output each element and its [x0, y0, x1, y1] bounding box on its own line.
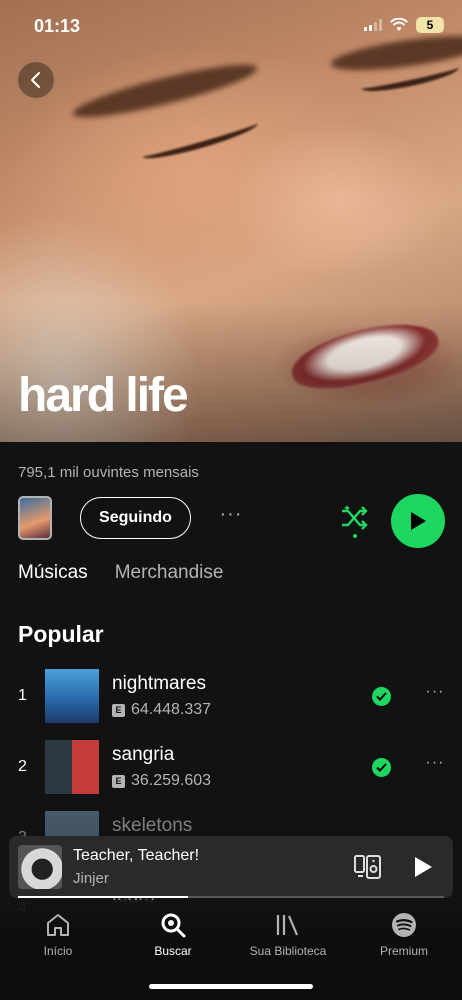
- nav-label: Buscar: [154, 944, 192, 958]
- track-title: sangria: [112, 744, 175, 765]
- spotify-icon: [392, 913, 416, 937]
- cellular-signal-icon: [364, 19, 382, 31]
- saved-check-icon[interactable]: [372, 687, 391, 706]
- battery-indicator: 5: [416, 17, 444, 33]
- more-options-button[interactable]: ···: [216, 504, 246, 530]
- track-row[interactable]: 2 sangria E 36.259.603 ···: [0, 740, 462, 796]
- now-playing-bar[interactable]: Teacher, Teacher! Jinjer: [9, 836, 453, 898]
- artist-name: hard life: [18, 369, 189, 422]
- play-button[interactable]: [391, 494, 445, 548]
- nav-item-inicio[interactable]: Início: [8, 912, 108, 958]
- playback-progress-fill: [18, 896, 189, 898]
- tab-merchandise[interactable]: Merchandise: [115, 562, 224, 584]
- artist-tabs: Músicas Merchandise: [18, 562, 223, 584]
- explicit-badge: E: [112, 703, 125, 717]
- explicit-badge: E: [112, 774, 125, 788]
- now-playing-cover: [18, 845, 62, 889]
- track-more-button[interactable]: ···: [424, 754, 446, 778]
- nav-label: Sua Biblioteca: [249, 944, 327, 958]
- track-cover: [45, 740, 99, 794]
- home-indicator: [149, 984, 313, 989]
- playback-progress-bar[interactable]: [18, 896, 444, 898]
- track-title: skeletons: [112, 815, 193, 836]
- nav-item-buscar[interactable]: Buscar: [123, 912, 223, 958]
- nav-item-sua-biblioteca[interactable]: Sua Biblioteca: [238, 912, 338, 958]
- connect-device-icon[interactable]: [354, 854, 382, 880]
- status-time: 01:13: [34, 16, 81, 36]
- track-plays: 36.259.603: [131, 772, 212, 789]
- saved-check-icon[interactable]: [372, 758, 391, 777]
- chevron-left-icon: [31, 72, 40, 88]
- popular-section-title: Popular: [18, 621, 104, 647]
- hero-eye-left: [140, 115, 260, 165]
- track-cover: [45, 669, 99, 723]
- status-bar: 01:13 5: [0, 0, 462, 54]
- back-button[interactable]: [18, 62, 54, 98]
- track-rank: 2: [18, 758, 27, 775]
- monthly-listeners: 795,1 mil ouvintes mensais: [18, 464, 199, 481]
- status-icons: 5: [364, 17, 444, 33]
- mini-play-icon[interactable]: [410, 855, 434, 879]
- artist-preview-thumbnail[interactable]: [18, 496, 52, 540]
- track-title: nightmares: [112, 673, 206, 694]
- track-meta: E 64.448.337: [112, 701, 211, 719]
- track-row[interactable]: 1 nightmares E 64.448.337 ···: [0, 669, 462, 725]
- nav-label: Premium: [379, 944, 428, 958]
- wifi-icon: [390, 18, 408, 31]
- track-more-button[interactable]: ···: [424, 683, 446, 707]
- nav-label: Início: [43, 944, 73, 958]
- tab-musicas[interactable]: Músicas: [18, 562, 88, 584]
- library-icon: [276, 915, 299, 936]
- track-meta: E 36.259.603: [112, 772, 211, 790]
- nav-item-premium[interactable]: Premium: [354, 912, 454, 958]
- follow-button[interactable]: Seguindo: [80, 497, 191, 539]
- artist-actions: Seguindo ···: [0, 494, 462, 548]
- hero-brow-left: [69, 55, 261, 127]
- shuffle-active-dot: [353, 534, 357, 538]
- search-icon: [161, 913, 186, 938]
- shuffle-icon[interactable]: [338, 502, 370, 534]
- now-playing-title: Teacher, Teacher!: [73, 847, 200, 864]
- play-icon: [411, 512, 426, 530]
- home-icon: [47, 914, 69, 936]
- now-playing-artist: Jinjer: [73, 870, 109, 887]
- track-plays: 64.448.337: [131, 701, 212, 718]
- track-rank: 1: [18, 687, 27, 704]
